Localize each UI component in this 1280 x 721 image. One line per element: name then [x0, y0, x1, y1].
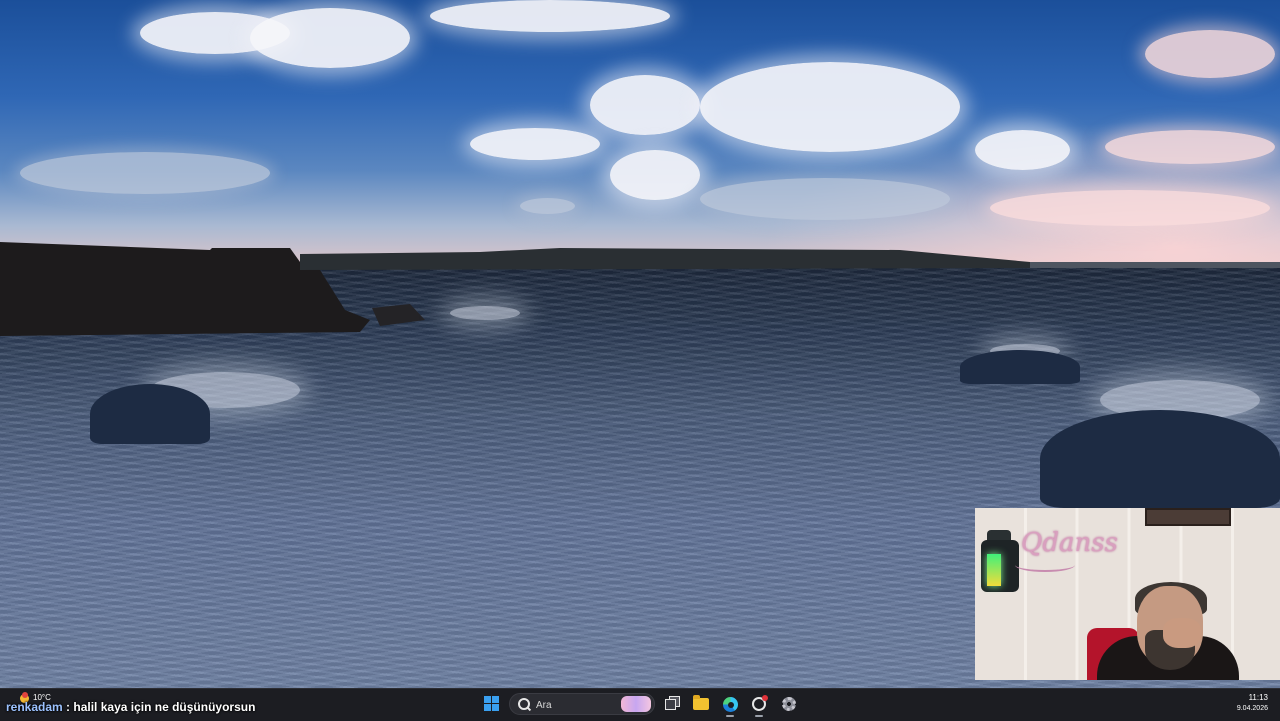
windows-start-icon[interactable] [480, 693, 504, 715]
wallpaper-cloud [470, 128, 600, 160]
obs-active-indicator [755, 715, 763, 717]
search-input[interactable] [534, 696, 618, 714]
wallpaper-wave [960, 350, 1080, 384]
wallpaper-cloud [20, 152, 270, 194]
wallpaper-cloud [430, 0, 670, 32]
chat-username: renkadam [6, 700, 63, 714]
wallpaper-cloud [520, 198, 575, 214]
wallpaper-wave [90, 384, 210, 444]
clock-date: 9.04.2026 [1236, 705, 1268, 712]
chat-message-overlay: renkadam : halil kaya için ne düşünüyors… [6, 700, 255, 714]
chat-message-text: halil kaya için ne düşünüyorsun [73, 700, 256, 714]
wallpaper-foam [450, 306, 520, 320]
wallpaper-cloud [1105, 130, 1275, 164]
edge-active-indicator [726, 715, 734, 717]
taskbar-clock[interactable]: 11:13 9.04.2026 [1237, 693, 1268, 715]
wallpaper-cloud [700, 178, 950, 220]
task-view-icon[interactable] [660, 693, 684, 715]
clock-time: 11:13 [1248, 693, 1268, 702]
wallpaper-cloud [610, 150, 700, 200]
webcam-logo-flourish [1015, 558, 1075, 572]
file-explorer-icon[interactable] [689, 693, 713, 715]
notification-badge [22, 692, 28, 698]
webcam-neon-logo: Qdanss [1021, 528, 1118, 558]
wallpaper-cloud [975, 130, 1070, 170]
edge-browser-icon[interactable] [718, 693, 742, 715]
wallpaper-cloud [1145, 30, 1275, 78]
wallpaper-cloud [590, 75, 700, 135]
wallpaper-cloud [250, 8, 410, 68]
wall-picture-frame [1145, 508, 1231, 526]
recording-dot-icon [762, 695, 768, 701]
webcam-overlay: Qdanss [975, 508, 1280, 680]
webcam-person-hand [1163, 618, 1201, 648]
wallpaper-cloud [990, 190, 1270, 226]
taskbar-search-box[interactable] [509, 693, 655, 715]
chat-separator: : [62, 700, 74, 714]
wallpaper-cloud [700, 62, 960, 152]
settings-gear-icon[interactable] [777, 693, 801, 715]
wallpaper-wave [1040, 410, 1280, 508]
search-highlight-icon[interactable] [621, 696, 651, 712]
wallpaper-cliffs [0, 242, 1280, 336]
